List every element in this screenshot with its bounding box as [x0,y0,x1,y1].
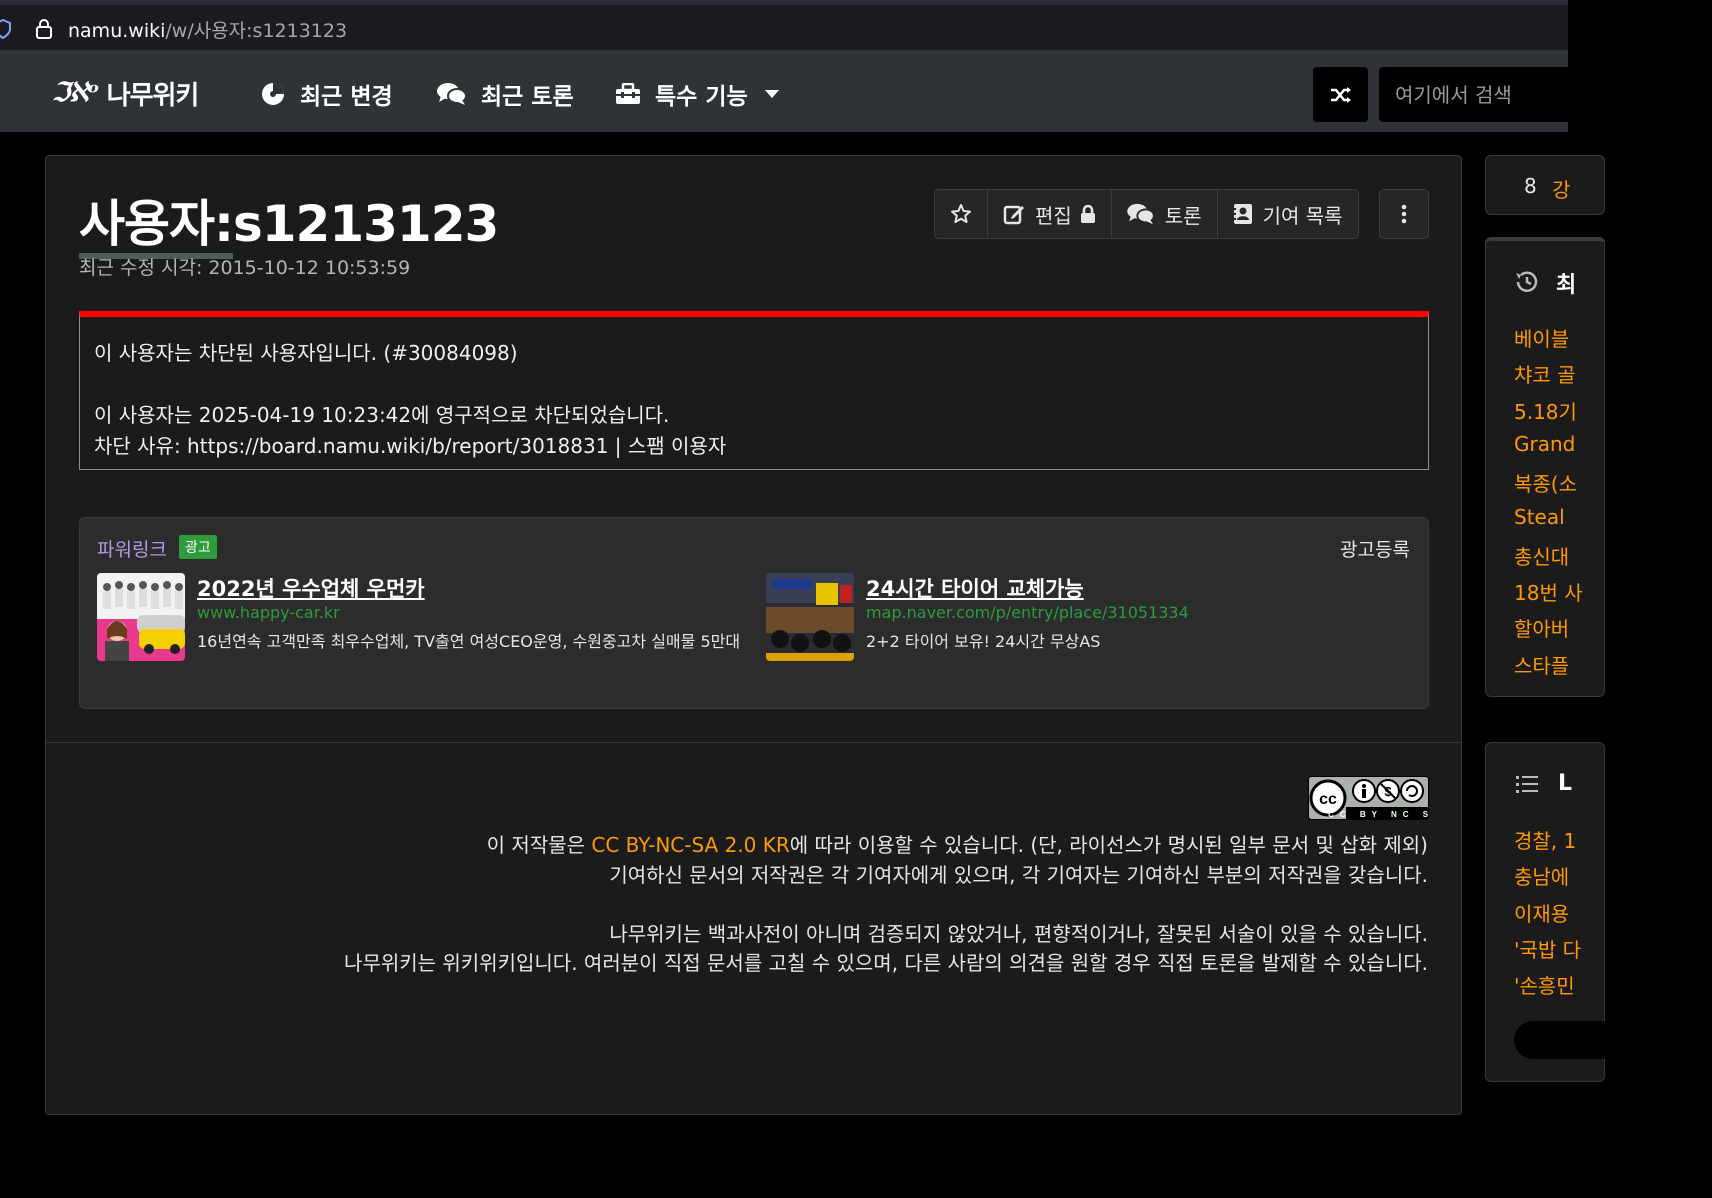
sidebar-recent-changes: 최 베이블 챠코 골 5.18기 Grand 복종(소 Steal 총신대 18… [1485,237,1605,697]
article-card: 사용자:s1213123 최근 수정 시각: 2015-10-12 10:53:… [45,155,1462,1115]
disclaimer-line: 나무위키는 백과사전이 아니며 검증되지 않았거나, 편향적이거나, 잘못된 서… [609,922,1428,946]
shuffle-icon [1330,86,1351,103]
wiki-info-line: 나무위키는 위키위키입니다. 여러분이 직접 문서를 고칠 수 있으며, 다른 … [344,951,1428,975]
ad-url[interactable]: map.naver.com/p/entry/place/31051334 [866,603,1189,622]
cc-badge-text: CC BY NC SA [1328,810,1429,819]
nav-recent-changes[interactable]: 최근 변경 [260,77,393,111]
sidebar-news-item[interactable]: '국밥 다 [1514,934,1581,963]
ad-tag: 광고 [179,535,217,559]
nav-recent-changes-label: 최근 변경 [300,84,393,110]
nav-recent-discuss[interactable]: 최근 토론 [437,77,574,111]
sidebar-recent-item[interactable]: 할아버 [1514,613,1569,642]
license-post: 에 따라 이용할 수 있습니다. (단, 라이선스가 명시된 일부 문서 및 삽… [789,833,1428,857]
logo-text: 나무위키 [106,80,200,111]
ad-title[interactable]: 24시간 타이어 교체가능 [866,573,1084,603]
star-button[interactable] [935,190,988,238]
powerlink-ad-box: 파워링크 광고 광고등록 2022년 우수업체 우먼카 www.happy-ca… [79,517,1429,709]
ad-thumbnail[interactable] [766,573,854,661]
url-text[interactable]: namu.wiki/w/사용자:s1213123 [68,16,347,43]
sidebar-recent-item[interactable]: 18번 사 [1514,577,1583,606]
sidebar-recent-item[interactable]: 베이블 [1514,323,1569,352]
last-modified: 최근 수정 시각: 2015-10-12 10:53:59 [79,257,411,279]
random-page-button[interactable] [1313,67,1368,122]
edit-icon [1003,205,1024,225]
nav-special-features[interactable]: 특수 기능 [615,77,780,111]
license-pre: 이 저작물은 [486,833,592,857]
ad-title[interactable]: 2022년 우수업체 우먼카 [197,573,425,603]
url-path: /w/사용자:s1213123 [165,20,348,42]
sidebar-recent-item[interactable]: 5.18기 [1514,396,1577,425]
lock-icon [1080,205,1095,223]
sidebar-recent-item[interactable]: 총신대 [1514,541,1569,570]
rank-text: 강 [1552,178,1571,202]
tire-shop-photo [766,573,854,661]
title-namespace[interactable]: 사용자: [79,195,234,259]
logo-mark: ℑℵᵒ [52,78,100,108]
ad-register-link[interactable]: 광고등록 [1340,535,1410,562]
edit-label: 편집 [1035,203,1072,228]
url-host: namu.wiki [68,20,166,42]
ad-description: 2+2 타이어 보유! 24시간 무상AS [866,632,1101,651]
title-name: s1213123 [233,195,499,253]
news-list-icon [1516,776,1538,793]
clock-history-icon [1516,271,1538,292]
contact-card-icon [1232,204,1252,224]
cc-by-nc-sa-icon: cc $ CC BY NC SA [1308,776,1440,820]
sidebar-pill-button[interactable] [1514,1021,1634,1059]
toolbox-icon [616,83,640,104]
sidebar-rank-card[interactable]: 8 강 [1485,155,1605,215]
block-notice-line2: 이 사용자는 2025-04-19 10:23:42에 영구적으로 차단되었습니… [94,403,670,427]
svg-text:cc: cc [1319,791,1337,808]
cc-license-badge[interactable]: cc $ CC BY NC SA [1308,776,1440,820]
sidebar-news-item[interactable]: '손흥민 [1514,970,1575,999]
lock-icon [36,19,52,39]
block-notice-line1: 이 사용자는 차단된 사용자입니다. (#30084098) [94,341,518,365]
page-title: 사용자:s1213123 [79,184,499,259]
sidebar-recent-item[interactable]: 복종(소 [1514,468,1577,497]
ad-description: 16년연속 고객만족 최우수업체, TV출연 여성CEO운영, 수원중고차 실매… [197,632,741,651]
powerlink-label: 파워링크 [97,539,167,561]
discuss-label: 토론 [1164,203,1202,228]
shield-icon [0,19,11,39]
sidebar-news-item[interactable]: 이재용 [1514,898,1569,927]
caret-down-icon [764,90,779,98]
sidebar-recent-item[interactable]: Grand [1514,432,1575,456]
comments-icon [437,83,467,105]
license-line: 이 저작물은 CC BY-NC-SA 2.0 KR에 따라 이용할 수 있습니다… [487,829,1428,858]
browser-url-bar[interactable]: namu.wiki/w/사용자:s1213123 [0,0,1568,50]
star-icon [951,204,971,223]
news-heading: L [1558,771,1573,796]
sidebar-recent-item[interactable]: Steal [1514,505,1565,529]
sidebar-recent-item[interactable]: 스타플 [1514,650,1569,679]
edit-button[interactable]: 편집 [988,190,1112,238]
vertical-ellipsis-icon [1401,204,1407,224]
article-toolbar: 편집 토론 기여 목록 [934,189,1359,239]
compass-icon [262,83,284,105]
license-link[interactable]: CC BY-NC-SA 2.0 KR [591,833,789,857]
more-options-button[interactable] [1379,189,1429,239]
sidebar-news-item[interactable]: 경찰, 1 [1514,825,1576,854]
sidebar-news: L 경찰, 1 충남에 이재용 '국밥 다 '손흥민 [1485,742,1634,1082]
sidebar-news-item[interactable]: 충남에 [1514,861,1569,890]
copyright-line: 기여하신 문서의 저작권은 각 기여자에게 있으며, 각 기여자는 기여하신 부… [609,863,1428,887]
top-navigation: ℑℵᵒ 나무위키 최근 변경 최근 토론 특수 기능 [0,50,1579,132]
discuss-button[interactable]: 토론 [1112,190,1218,238]
nav-recent-discuss-label: 최근 토론 [481,84,574,110]
car-dealer-photo [97,573,185,661]
sidebar-recent-item[interactable]: 챠코 골 [1514,359,1576,388]
nav-special-label: 특수 기능 [655,84,748,110]
comments-icon [1127,203,1155,225]
ad-url[interactable]: www.happy-car.kr [197,603,340,622]
recent-changes-heading: 최 [1556,273,1577,298]
search-input[interactable] [1379,67,1579,122]
contributions-label: 기여 목록 [1262,203,1343,228]
ad-thumbnail[interactable] [97,573,185,661]
contributions-button[interactable]: 기여 목록 [1218,190,1358,238]
footer-divider [46,742,1461,743]
block-notice-line3: 차단 사유: https://board.namu.wiki/b/report/… [94,434,727,458]
site-logo[interactable]: ℑℵᵒ 나무위키 [52,77,200,111]
rank-number: 8 [1524,174,1537,198]
block-notice: 이 사용자는 차단된 사용자입니다. (#30084098) 이 사용자는 20… [79,311,1429,470]
